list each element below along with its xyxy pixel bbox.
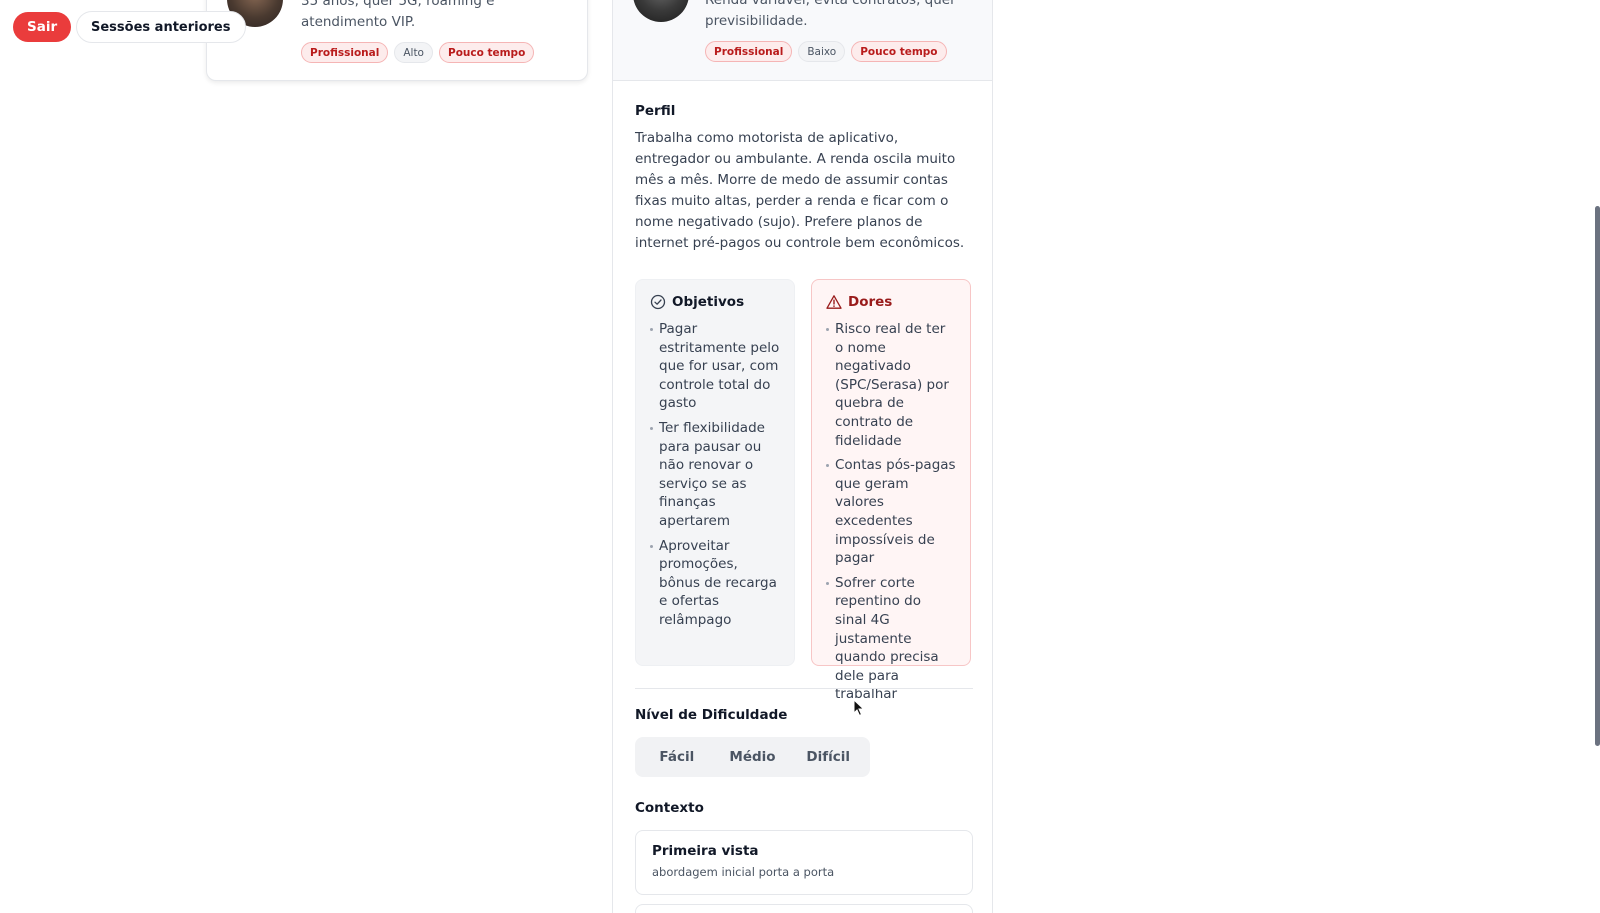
tag-level: Alto (394, 42, 433, 63)
pains-list: Risco real de ter o nome negativado (SPC… (826, 320, 956, 704)
difficulty-hard-button[interactable]: Difícil (790, 741, 866, 773)
list-item: Contas pós-pagas que geram valores exced… (826, 456, 956, 568)
goals-list: Pagar estritamente pelo que for usar, co… (650, 320, 780, 630)
list-item: Risco real de ter o nome negativado (SPC… (826, 320, 956, 450)
tag-time: Pouco tempo (439, 42, 535, 63)
previous-sessions-button[interactable]: Sessões anteriores (76, 11, 246, 43)
difficulty-title: Nível de Dificuldade (635, 707, 788, 723)
goals-title: Objetivos (672, 294, 745, 310)
context-option-title: Primeira vista (652, 843, 759, 859)
list-item: Ter flexibilidade para pausar ou não ren… (650, 419, 780, 531)
context-title: Contexto (635, 800, 704, 816)
difficulty-easy-button[interactable]: Fácil (639, 741, 715, 773)
persona-header: Renda variável, evita contratos, quer pr… (613, 0, 992, 81)
context-option-first-visit[interactable]: Primeira vista abordagem inicial porta a… (635, 830, 973, 895)
avatar (633, 0, 689, 22)
persona-description: 35 anos, quer 5G, roaming e atendimento … (301, 0, 495, 30)
persona-tags: Profissional Alto Pouco tempo (301, 42, 535, 63)
persona-tags: Profissional Baixo Pouco tempo (705, 41, 947, 62)
exit-button[interactable]: Sair (13, 12, 72, 42)
tag-profile: Profissional (301, 42, 389, 63)
check-circle-icon (650, 294, 666, 310)
goals-header: Objetivos (650, 294, 780, 310)
pains-box: Dores Risco real de ter o nome negativad… (811, 279, 971, 702)
tag-time: Pouco tempo (851, 41, 947, 62)
context-option-subtitle: abordagem inicial porta a porta (652, 865, 835, 879)
pains-header: Dores (826, 294, 956, 310)
persona-description: Renda variável, evita contratos, quer pr… (705, 0, 956, 29)
list-item: Aproveitar promoções, bônus de recarga e… (650, 537, 780, 630)
goals-box: Objetivos Pagar estritamente pelo que fo… (635, 279, 795, 666)
list-item: Sofrer corte repentino do sinal 4G justa… (826, 574, 956, 704)
tag-level: Baixo (798, 41, 846, 62)
context-option-next[interactable] (635, 904, 973, 913)
divider (635, 688, 973, 689)
profile-title: Perfil (635, 103, 676, 119)
persona-card-vip[interactable]: 35 anos, quer 5G, roaming e atendimento … (206, 0, 588, 81)
tag-profile: Profissional (705, 41, 793, 62)
list-item: Pagar estritamente pelo que for usar, co… (650, 320, 780, 413)
difficulty-medium-button[interactable]: Médio (715, 741, 791, 773)
scrollbar[interactable] (1595, 206, 1600, 746)
pains-title: Dores (848, 294, 893, 310)
profile-text: Trabalha como motorista de aplicativo, e… (635, 130, 965, 251)
warning-triangle-icon (826, 294, 842, 310)
persona-detail-panel: Renda variável, evita contratos, quer pr… (612, 0, 993, 913)
difficulty-selector: Fácil Médio Difícil (635, 737, 870, 777)
